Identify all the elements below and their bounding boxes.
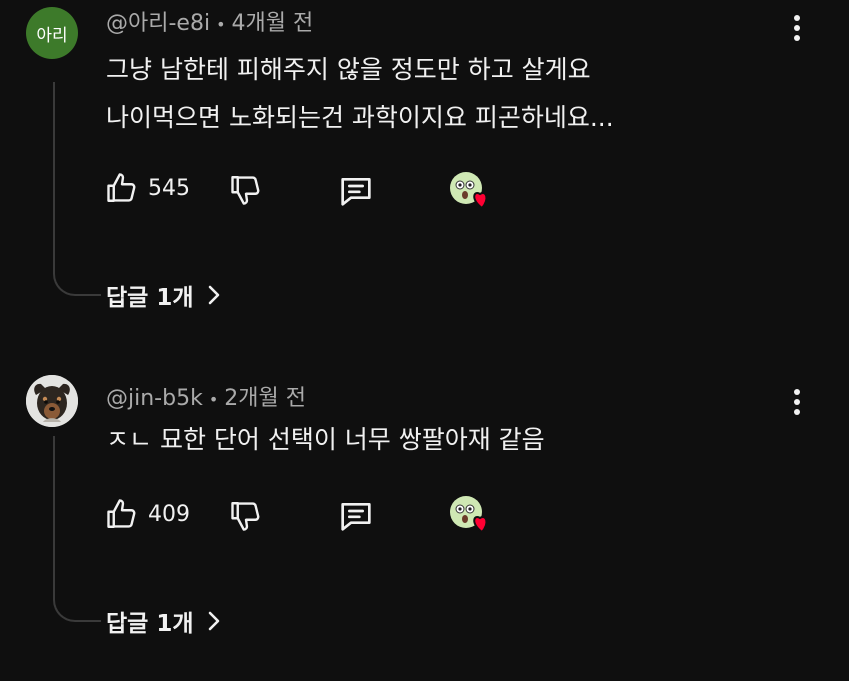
thumbs-down-icon	[231, 502, 260, 531]
creator-heart[interactable]	[448, 168, 496, 216]
comment: @jin-b5k • 2개월 전 ㅈㄴ 묘한 단어 선택이 너무 쌍팔아재 같음 4…	[0, 350, 849, 681]
more-vert-icon[interactable]	[785, 384, 809, 420]
like-button[interactable]: 545	[104, 170, 190, 206]
view-replies-button[interactable]: 답글 1개	[106, 604, 224, 638]
dislike-button[interactable]	[228, 172, 264, 208]
avatar[interactable]	[26, 375, 78, 427]
replies-label: 답글 1개	[106, 285, 194, 311]
reply-thread-line	[53, 82, 101, 296]
reply-thread-line	[53, 436, 101, 622]
meta-separator: •	[208, 389, 219, 409]
comment: 아리 @아리-e8i • 4개월 전 그냥 남한테 피해주지 않을 정도만 하고 살…	[0, 0, 849, 330]
avatar-initials: 아리	[36, 25, 68, 46]
creator-heart[interactable]	[448, 492, 496, 540]
view-replies-button[interactable]: 답글 1개	[106, 278, 224, 312]
comment-time[interactable]: 4개월 전	[232, 11, 314, 36]
more-vert-icon[interactable]	[785, 10, 809, 46]
comment-meta: @jin-b5k • 2개월 전	[106, 380, 306, 412]
thumbs-down-icon	[231, 176, 260, 205]
reply-comment-icon	[341, 503, 371, 531]
reply-button[interactable]	[336, 496, 376, 536]
comment-text: ㅈㄴ 묘한 단어 선택이 너무 쌍팔아재 같음	[106, 416, 545, 464]
comment-line: 나이먹으면 노화되는건 과학이지요 피곤하네요...	[106, 103, 614, 132]
meta-separator: •	[216, 14, 226, 34]
thumbs-up-icon	[107, 499, 136, 528]
like-button[interactable]: 409	[104, 496, 190, 532]
dislike-button[interactable]	[228, 498, 264, 534]
author-handle[interactable]: @아리-e8i	[106, 11, 210, 36]
creator-heart-avatar-icon	[450, 172, 488, 210]
author-handle[interactable]: @jin-b5k	[106, 386, 203, 411]
like-count: 409	[148, 501, 190, 527]
reply-button[interactable]	[336, 171, 376, 211]
comment-meta: @아리-e8i • 4개월 전	[106, 5, 313, 37]
avatar[interactable]: 아리	[26, 7, 78, 59]
replies-label: 답글 1개	[106, 611, 194, 637]
chevron-right-icon	[208, 611, 219, 631]
comment-time[interactable]: 2개월 전	[224, 386, 306, 411]
comment-text: 그냥 남한테 피해주지 않을 정도만 하고 살게요 나이먹으면 노화되는건 과학…	[106, 46, 614, 142]
dog-photo-avatar-icon	[26, 375, 78, 427]
creator-heart-avatar-icon	[450, 496, 488, 534]
comment-line: 그냥 남한테 피해주지 않을 정도만 하고 살게요	[106, 55, 591, 84]
reply-comment-icon	[341, 178, 371, 206]
comment-line: ㅈㄴ 묘한 단어 선택이 너무 쌍팔아재 같음	[106, 425, 545, 454]
comment-actions: 545	[104, 168, 524, 212]
thumbs-up-icon	[107, 173, 136, 202]
chevron-right-icon	[208, 285, 219, 305]
like-count: 545	[148, 175, 190, 201]
comment-actions: 409	[104, 492, 524, 536]
